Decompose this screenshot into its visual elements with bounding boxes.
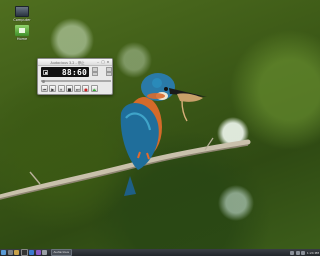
player-title: Audacious 3.2 - 停止 — [50, 60, 85, 65]
taskbar: Audacious 1:24 PM — [0, 249, 320, 256]
desktop-icon-computer[interactable]: Computer — [7, 6, 37, 22]
terminal-icon[interactable] — [20, 249, 28, 256]
next-button[interactable]: ⏭ — [74, 85, 82, 92]
time-display-panel: 88:60 — [41, 67, 89, 77]
browser-icon[interactable] — [29, 250, 34, 255]
clock[interactable]: 1:24 PM — [307, 251, 319, 255]
settings-icon[interactable] — [42, 250, 47, 255]
record-button[interactable]: ● — [82, 85, 90, 92]
stop-button[interactable]: ■ — [65, 85, 73, 92]
desktop-icon-label: Home — [16, 37, 28, 41]
battery-icon[interactable] — [301, 250, 306, 255]
seek-slider[interactable] — [41, 80, 111, 83]
player-side-controls — [92, 67, 112, 77]
media-icon[interactable] — [35, 250, 41, 255]
volume-icon[interactable] — [295, 250, 300, 255]
network-icon[interactable] — [290, 250, 295, 255]
system-tray: 1:24 PM — [290, 250, 319, 255]
desktop-icon-label: Computer — [13, 18, 31, 22]
transport-controls: ⏮ ▶ ⏸ ■ ⏭ ● ⏏ — [41, 85, 98, 92]
playlist-toggle[interactable] — [106, 71, 112, 77]
close-button[interactable]: × — [106, 60, 110, 64]
maximize-button[interactable]: □ — [101, 60, 105, 64]
previous-button[interactable]: ⏮ — [41, 85, 48, 92]
audio-player-window[interactable]: Audacious 3.2 - 停止 – □ × 88:60 ⏮ ▶ ⏸ ■ ⏭… — [37, 58, 113, 95]
computer-icon — [15, 6, 29, 17]
start-menu-icon[interactable] — [1, 250, 6, 255]
desktop-icon-home[interactable]: Home — [7, 25, 37, 41]
kingfisher-bird — [120, 73, 207, 196]
show-desktop-icon[interactable] — [7, 250, 13, 255]
taskbar-item-player[interactable]: Audacious — [50, 249, 72, 256]
play-button[interactable]: ▶ — [49, 85, 57, 92]
stop-status-icon — [43, 69, 48, 75]
eject-button[interactable]: ⏏ — [90, 85, 98, 92]
home-folder-icon — [15, 25, 29, 36]
seek-knob[interactable] — [42, 80, 45, 83]
elapsed-time[interactable]: 88:60 — [48, 68, 87, 77]
eq-toggle[interactable] — [92, 71, 98, 77]
pause-button[interactable]: ⏸ — [57, 85, 65, 92]
player-titlebar[interactable]: Audacious 3.2 - 停止 – □ × — [38, 59, 112, 66]
file-manager-icon[interactable] — [14, 250, 19, 255]
minimize-button[interactable]: – — [96, 60, 100, 64]
